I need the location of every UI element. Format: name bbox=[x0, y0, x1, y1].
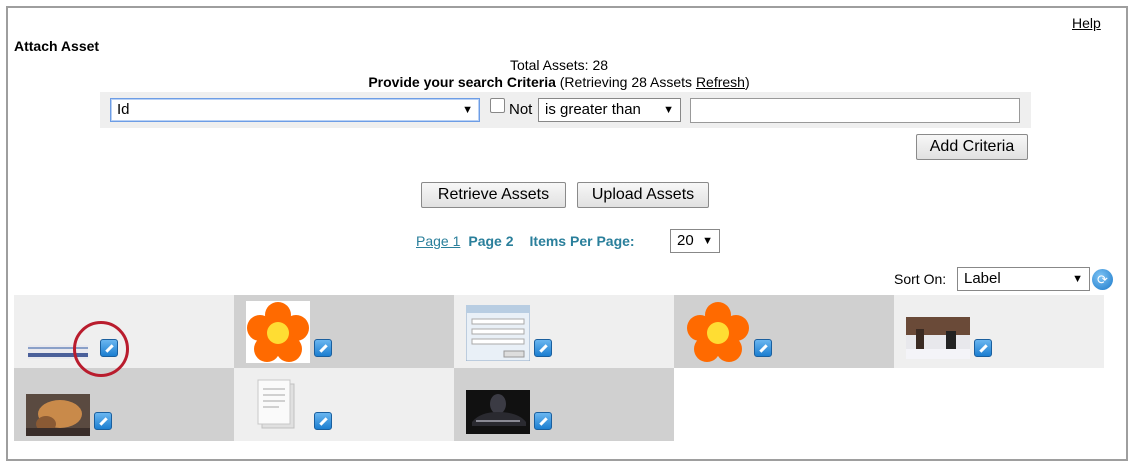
operator-select[interactable]: is greater than ▼ bbox=[538, 98, 681, 122]
dialog-screenshot-thumbnail bbox=[466, 305, 530, 361]
field-select-value: Id bbox=[117, 101, 130, 118]
car-photo-thumbnail bbox=[466, 390, 530, 434]
criteria-row: Id ▼ Not is greater than ▼ bbox=[100, 92, 1031, 128]
asset-tile[interactable] bbox=[234, 295, 454, 368]
sort-label: Sort On: bbox=[894, 271, 947, 287]
asset-tile[interactable] bbox=[454, 368, 674, 441]
edit-icon[interactable] bbox=[974, 339, 992, 357]
field-select[interactable]: Id ▼ bbox=[110, 98, 480, 122]
asset-grid bbox=[14, 295, 1104, 441]
sort-direction-icon[interactable]: ⟳ bbox=[1092, 269, 1113, 290]
not-checkbox[interactable] bbox=[490, 98, 505, 113]
criteria-suffix: ) bbox=[744, 74, 750, 90]
retrieve-assets-button[interactable]: Retrieve Assets bbox=[421, 182, 566, 208]
snow-photo-thumbnail bbox=[906, 317, 970, 359]
asset-tile[interactable] bbox=[14, 368, 234, 441]
criteria-heading: Provide your search Criteria bbox=[368, 74, 556, 90]
criteria-value-input[interactable] bbox=[690, 98, 1020, 123]
sort-select-value: Label bbox=[964, 270, 1001, 287]
chevron-down-icon: ▼ bbox=[1072, 273, 1083, 285]
asset-tile[interactable] bbox=[234, 368, 454, 441]
chevron-down-icon: ▼ bbox=[462, 104, 473, 116]
page-2-link[interactable]: Page 2 bbox=[468, 233, 513, 249]
items-per-page-label: Items Per Page: bbox=[529, 233, 635, 249]
flower-thumbnail bbox=[246, 301, 310, 363]
not-label: Not bbox=[509, 101, 533, 118]
chevron-down-icon: ▼ bbox=[702, 235, 713, 247]
asset-tile[interactable] bbox=[674, 295, 894, 368]
sort-select[interactable]: Label ▼ bbox=[957, 267, 1090, 291]
flower-thumbnail bbox=[687, 302, 749, 362]
edit-icon[interactable] bbox=[534, 339, 552, 357]
operator-select-value: is greater than bbox=[545, 101, 641, 118]
dog-photo-thumbnail bbox=[26, 394, 90, 436]
edit-icon[interactable] bbox=[754, 339, 772, 357]
add-criteria-button[interactable]: Add Criteria bbox=[916, 134, 1028, 160]
page-1-link[interactable]: Page 1 bbox=[416, 233, 460, 249]
asset-tile[interactable] bbox=[454, 295, 674, 368]
total-assets: Total Assets: 28 bbox=[509, 57, 609, 73]
selected-check-icon[interactable] bbox=[314, 339, 332, 357]
upload-assets-button[interactable]: Upload Assets bbox=[577, 182, 709, 208]
edit-icon[interactable] bbox=[534, 412, 552, 430]
highlight-circle bbox=[73, 321, 129, 377]
help-link[interactable]: Help bbox=[1072, 15, 1101, 31]
asset-tile[interactable] bbox=[894, 295, 1104, 368]
document-thumbnail bbox=[257, 379, 295, 429]
pagination: Page 1 Page 2 Items Per Page: bbox=[416, 233, 635, 249]
chevron-down-icon: ▼ bbox=[663, 104, 674, 116]
criteria-prefix: (Retrieving 28 Assets bbox=[555, 74, 696, 90]
edit-icon[interactable] bbox=[94, 412, 112, 430]
items-per-page-value: 20 bbox=[677, 232, 694, 249]
items-per-page-select[interactable]: 20 ▼ bbox=[670, 229, 720, 253]
criteria-instructions: Provide your search Criteria (Retrieving… bbox=[0, 74, 1118, 90]
refresh-link[interactable]: Refresh bbox=[696, 74, 745, 90]
edit-icon[interactable] bbox=[314, 412, 332, 430]
page-title: Attach Asset bbox=[14, 38, 100, 54]
